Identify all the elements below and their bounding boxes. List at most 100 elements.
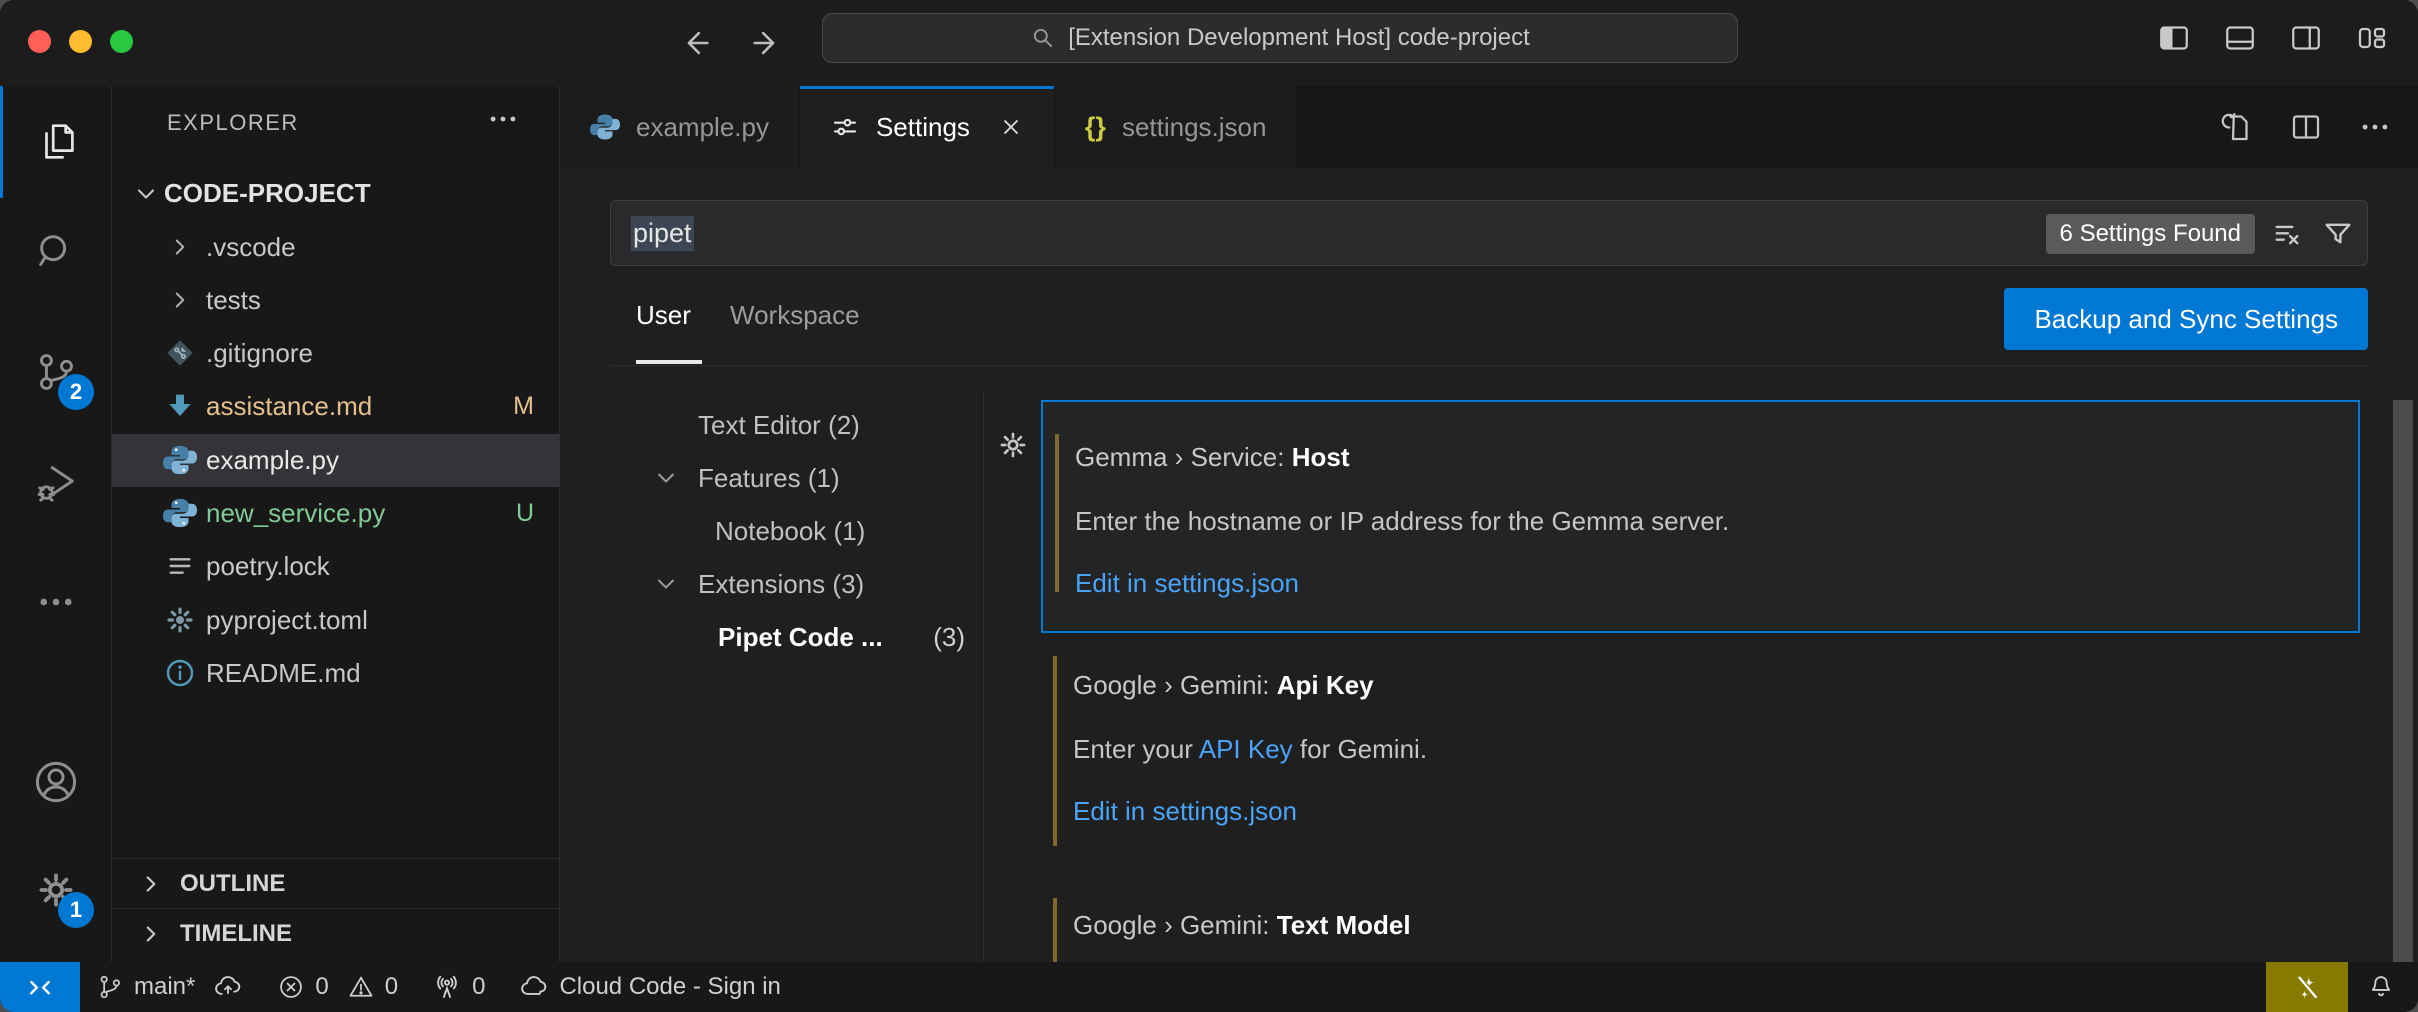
open-settings-json-button[interactable] xyxy=(2218,109,2254,145)
scrollbar-thumb[interactable] xyxy=(2393,400,2413,962)
branch-label: main* xyxy=(134,973,195,1001)
run-debug-icon xyxy=(33,459,79,505)
tree-root-code-project[interactable]: CODE-PROJECT xyxy=(112,167,560,220)
settings-toc: Text Editor (2) Features (1) Notebook (1… xyxy=(560,390,983,962)
settings-search-input[interactable]: pipet 6 Settings Found xyxy=(610,200,2368,266)
setting-description: Enter the hostname or IP address for the… xyxy=(1075,506,1729,537)
problems-status-item[interactable]: 0 0 xyxy=(277,962,398,1012)
outline-section[interactable]: OUTLINE xyxy=(112,858,560,908)
tab-user[interactable]: User xyxy=(636,300,691,331)
toggle-sidebar-button[interactable] xyxy=(2156,20,2192,56)
command-center-search[interactable]: [Extension Development Host] code-projec… xyxy=(822,13,1738,63)
tab-label: settings.json xyxy=(1122,112,1267,143)
activitybar-more[interactable] xyxy=(0,546,112,658)
git-file-icon xyxy=(160,333,200,373)
close-window-button[interactable] xyxy=(28,30,51,53)
settings-scope-row: User Workspace Backup and Sync Settings xyxy=(610,276,2368,366)
git-status-badge: M xyxy=(513,380,534,433)
broadcast-tower-icon xyxy=(432,972,462,1002)
file-row-new-service[interactable]: new_service.py U xyxy=(112,487,560,540)
file-row-pyproject[interactable]: pyproject.toml xyxy=(112,594,560,647)
alert-slash-status-item[interactable] xyxy=(2266,962,2348,1012)
results-count-badge: 6 Settings Found xyxy=(2046,214,2255,254)
api-key-link[interactable]: API Key xyxy=(1199,734,1293,764)
file-row-tests[interactable]: tests xyxy=(112,274,560,327)
toc-divider xyxy=(983,390,984,962)
chevron-right-icon xyxy=(160,280,200,320)
timeline-label: TIMELINE xyxy=(180,920,292,948)
bell-icon[interactable] xyxy=(2366,972,2396,1002)
file-label: .gitignore xyxy=(206,327,313,380)
tab-workspace[interactable]: Workspace xyxy=(730,300,860,331)
toggle-secondary-sidebar-button[interactable] xyxy=(2288,20,2324,56)
file-row-vscode[interactable]: .vscode xyxy=(112,221,560,274)
edit-settings-json-link[interactable]: Edit in settings.json xyxy=(1073,796,1297,827)
close-icon[interactable] xyxy=(998,114,1024,140)
edit-settings-json-link[interactable]: Edit in settings.json xyxy=(1075,568,1299,599)
zoom-window-button[interactable] xyxy=(110,30,133,53)
toc-extensions[interactable]: Extensions (3) xyxy=(560,558,983,611)
toc-features[interactable]: Features (1) xyxy=(560,452,983,505)
publish-cloud-icon[interactable] xyxy=(213,972,243,1002)
tab-label: Settings xyxy=(876,112,970,143)
activitybar-search[interactable] xyxy=(0,196,112,308)
tab-settings-json[interactable]: {} settings.json xyxy=(1055,86,1298,168)
chevron-down-icon xyxy=(652,464,680,492)
setting-entry-gemma-host[interactable]: Gemma › Service: Host Enter the hostname… xyxy=(1041,400,2360,633)
scm-badge: 2 xyxy=(58,374,94,410)
search-icon xyxy=(33,229,79,275)
warning-icon xyxy=(347,973,375,1001)
clear-search-icon[interactable] xyxy=(2271,217,2305,251)
file-row-poetry-lock[interactable]: poetry.lock xyxy=(112,540,560,593)
ports-status-item[interactable]: 0 xyxy=(432,962,485,1012)
tab-settings[interactable]: Settings xyxy=(800,86,1055,168)
file-label: .vscode xyxy=(206,221,296,274)
explorer-more-actions-button[interactable] xyxy=(486,102,520,136)
more-actions-button[interactable] xyxy=(2358,110,2392,144)
setting-entry-gemini-api-key[interactable]: Google › Gemini: Api Key Enter your API … xyxy=(1041,648,2360,858)
activitybar-run-debug[interactable] xyxy=(0,426,112,538)
explorer-title: EXPLORER xyxy=(167,110,299,136)
lock-file-icon xyxy=(160,546,200,586)
setting-entry-gemini-text-model[interactable]: Google › Gemini: Text Model xyxy=(1041,892,2360,962)
remote-indicator[interactable] xyxy=(0,962,80,1012)
markdown-file-icon xyxy=(160,386,200,426)
file-row-example[interactable]: example.py xyxy=(112,434,560,487)
split-editor-button[interactable] xyxy=(2288,109,2324,145)
setting-gear-icon[interactable] xyxy=(996,428,1030,462)
warning-count: 0 xyxy=(385,973,398,1001)
cloud-code-status-item[interactable]: Cloud Code - Sign in xyxy=(519,962,780,1012)
toc-pipet-code[interactable]: Pipet Code ... (3) xyxy=(560,611,983,664)
file-row-readme[interactable]: README.md xyxy=(112,647,560,700)
tab-bar: example.py Settings {} settings.json xyxy=(560,86,2418,168)
git-status-badge: U xyxy=(516,487,534,540)
back-button[interactable] xyxy=(676,18,716,68)
toggle-panel-button[interactable] xyxy=(2222,20,2258,56)
activity-bar: 2 1 xyxy=(0,86,112,962)
setting-title: Gemma › Service: Host xyxy=(1075,442,1350,473)
active-scope-underline xyxy=(636,360,702,364)
tab-example-py[interactable]: example.py xyxy=(560,86,800,168)
activitybar-settings[interactable]: 1 xyxy=(0,834,112,946)
backup-sync-settings-button[interactable]: Backup and Sync Settings xyxy=(2004,288,2368,350)
explorer-sidebar: EXPLORER CODE-PROJECT .vscode tests .git… xyxy=(112,86,560,962)
file-label: README.md xyxy=(206,647,361,700)
activitybar-explorer[interactable] xyxy=(0,86,112,198)
timeline-section[interactable]: TIMELINE xyxy=(112,908,560,958)
forward-button[interactable] xyxy=(746,18,786,68)
activitybar-source-control[interactable]: 2 xyxy=(0,316,112,428)
filter-icon[interactable] xyxy=(2321,217,2355,251)
minimize-window-button[interactable] xyxy=(69,30,92,53)
toc-notebook[interactable]: Notebook (1) xyxy=(560,505,983,558)
activitybar-account[interactable] xyxy=(0,726,112,838)
slashed-spark-icon xyxy=(2292,972,2322,1002)
file-row-assistance[interactable]: assistance.md M xyxy=(112,380,560,433)
file-row-gitignore[interactable]: .gitignore xyxy=(112,327,560,380)
modified-indicator xyxy=(1053,656,1057,846)
branch-status-item[interactable]: main* xyxy=(96,962,243,1012)
toc-text-editor[interactable]: Text Editor (2) xyxy=(560,399,983,452)
vscode-window: [Extension Development Host] code-projec… xyxy=(0,0,2418,1012)
customize-layout-button[interactable] xyxy=(2354,20,2390,56)
file-label: new_service.py xyxy=(206,487,385,540)
settings-search-value: pipet xyxy=(631,216,694,251)
